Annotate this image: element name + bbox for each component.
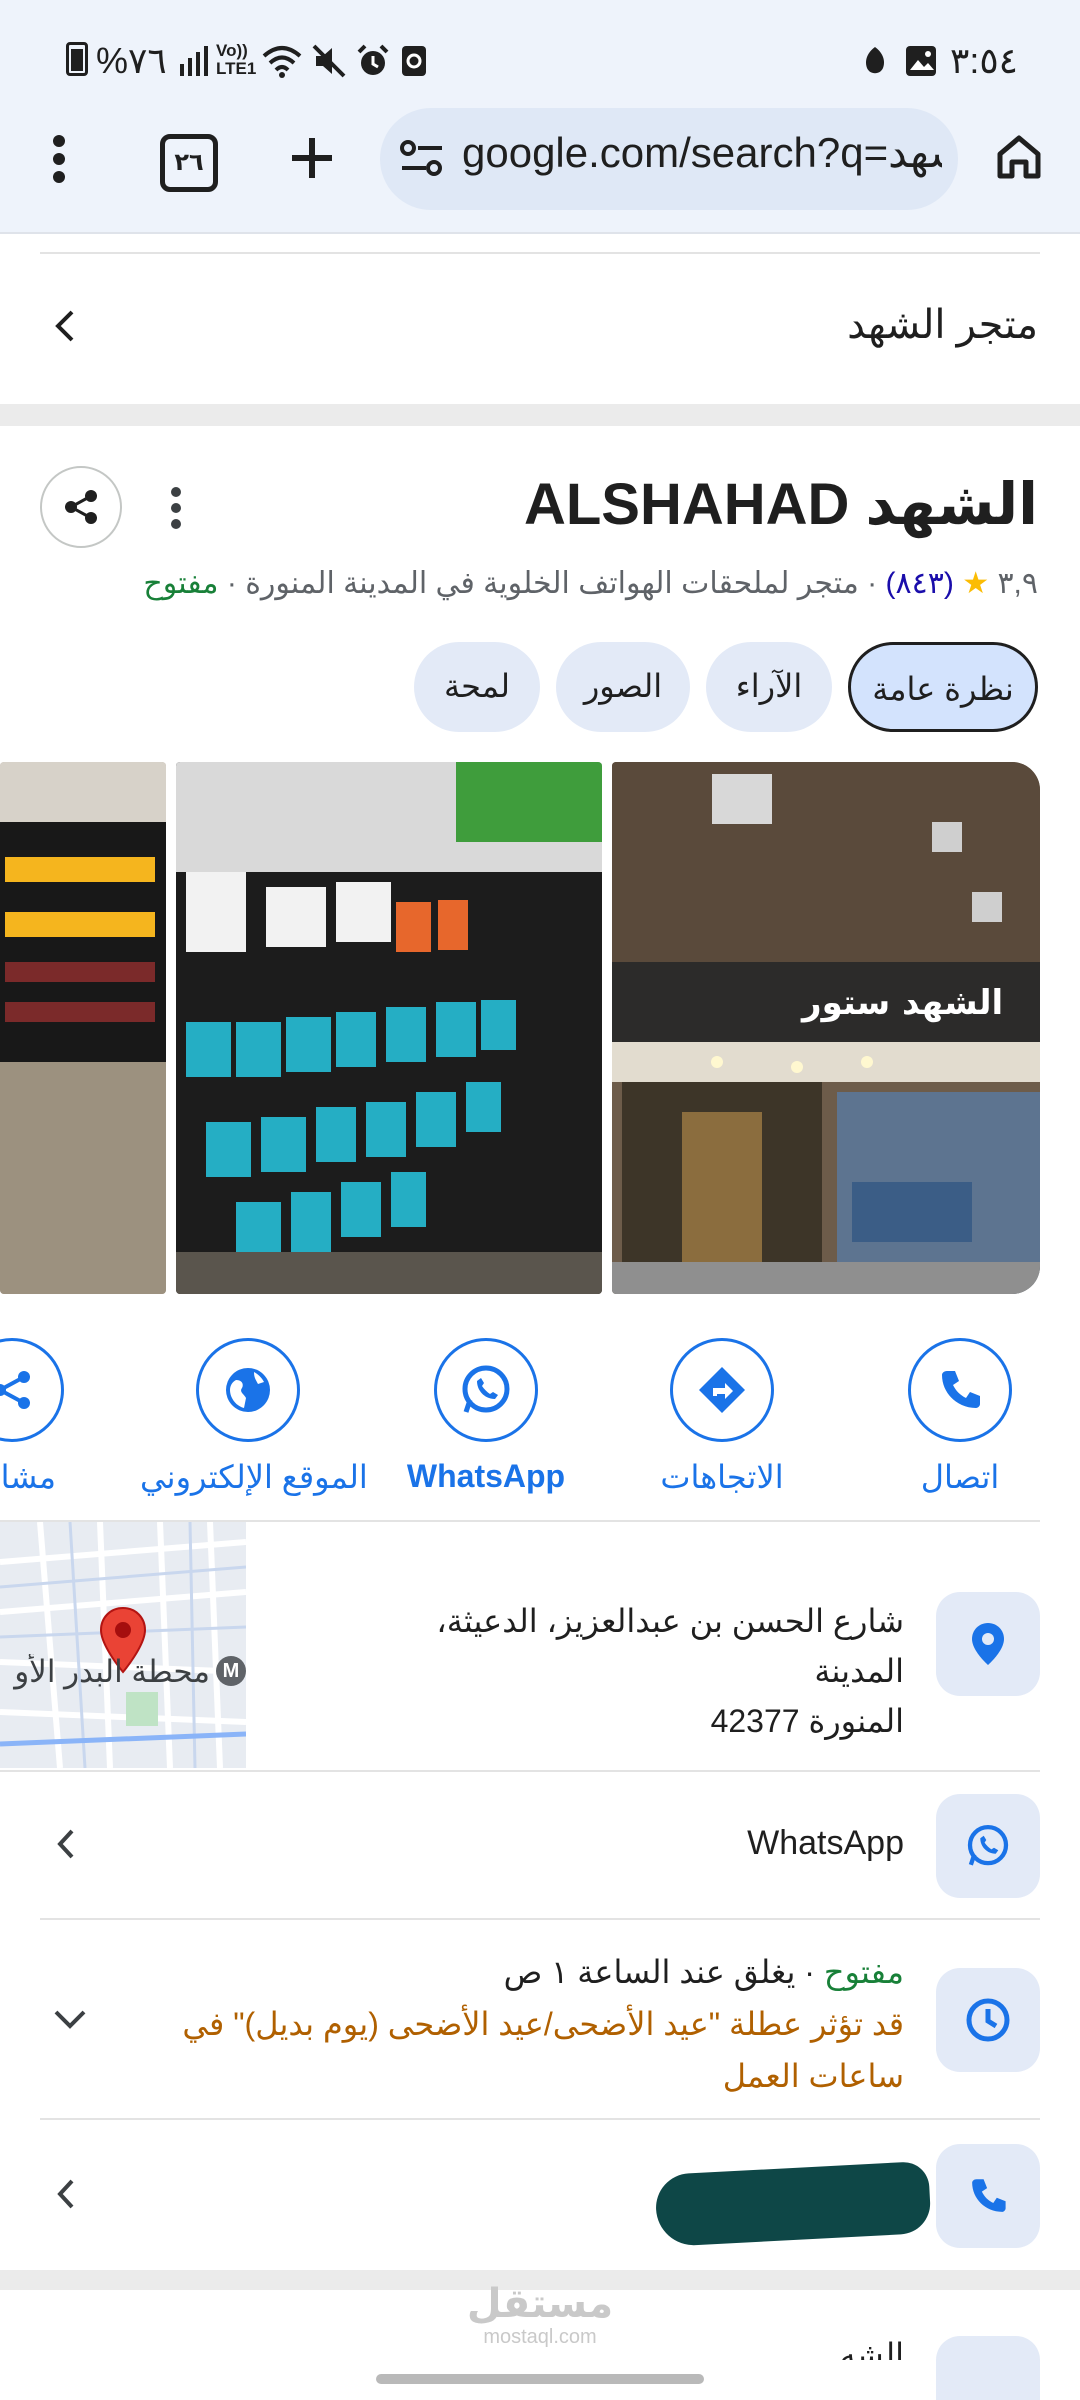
business-name: الشهد ALSHAHAD xyxy=(523,472,1038,537)
holiday-notice: قد تؤثر عطلة "عيد الأضحى/عيد الأضحى (يوم… xyxy=(182,2006,904,2042)
battery-percent: %٧٦ xyxy=(96,40,167,81)
chevron-left-icon[interactable] xyxy=(50,306,80,351)
battery-icon xyxy=(66,42,88,76)
chevron-left-icon[interactable] xyxy=(52,2176,78,2217)
mute-icon xyxy=(312,44,346,83)
tab-overview[interactable]: نظرة عامة xyxy=(848,642,1038,732)
share-action-label[interactable]: مشار xyxy=(0,1458,56,1496)
whatsapp-icon xyxy=(462,1365,510,1413)
rating-value: ٣,٩ xyxy=(997,567,1038,600)
volte-indicator: Vo)) LTE1 xyxy=(216,41,257,78)
home-icon[interactable] xyxy=(994,132,1044,187)
tab-photos[interactable]: الصور xyxy=(556,642,690,732)
directions-action-button[interactable] xyxy=(670,1338,774,1442)
whatsapp-action-button[interactable] xyxy=(434,1338,538,1442)
divider xyxy=(40,1918,1040,1920)
alarm-icon xyxy=(356,44,390,83)
new-tab-icon[interactable] xyxy=(288,134,336,187)
watermark: مستقل mostaql.com xyxy=(466,2282,614,2348)
share-action-button[interactable] xyxy=(0,1338,64,1442)
hours-text[interactable]: مفتوح · يغلق عند الساعة ١ ص قد تؤثر عطلة… xyxy=(104,1946,904,2102)
redaction-mark xyxy=(654,2160,932,2248)
review-count[interactable]: (٨٤٣) xyxy=(886,567,954,600)
signal-icon xyxy=(178,44,214,83)
divider xyxy=(40,2118,1040,2120)
hours-open-status: مفتوح xyxy=(823,1954,904,1990)
site-settings-icon[interactable] xyxy=(400,138,444,183)
website-action-button[interactable] xyxy=(196,1338,300,1442)
divider xyxy=(40,252,1040,254)
share-icon xyxy=(65,490,97,524)
share-icon xyxy=(0,1371,30,1409)
directions-action-label[interactable]: الاتجاهات xyxy=(630,1458,814,1496)
share-button[interactable] xyxy=(40,466,122,548)
phone-icon-box xyxy=(936,2144,1040,2248)
location-pin-icon xyxy=(972,1623,1004,1665)
gallery-icon xyxy=(904,44,938,83)
address-icon-box xyxy=(936,1592,1040,1696)
clock: ٣:٥٤ xyxy=(950,40,1019,81)
gesture-bar[interactable] xyxy=(376,2374,704,2384)
chevron-left-icon[interactable] xyxy=(52,1826,78,1867)
photo-storefront[interactable]: الشهد ستور xyxy=(612,762,1040,1294)
website-action-label[interactable]: الموقع الإلكتروني xyxy=(140,1458,368,1496)
phone-icon xyxy=(972,2179,1006,2212)
hours-closing: يغلق عند الساعة ١ ص xyxy=(503,1954,796,1990)
tab-reviews[interactable]: الآراء xyxy=(706,642,832,732)
business-category: متجر لملحقات الهواتف الخلوية في المدينة … xyxy=(245,567,859,600)
whatsapp-icon-box xyxy=(936,1794,1040,1898)
header-title[interactable]: متجر الشهد xyxy=(847,302,1038,348)
url-text[interactable]: google.com/search?q=الشهد xyxy=(462,128,942,188)
wifi-icon xyxy=(262,44,302,83)
tab-switcher-button[interactable]: ٢٦ xyxy=(160,134,218,192)
section-gap xyxy=(0,404,1080,426)
whatsapp-row-label[interactable]: WhatsApp xyxy=(747,1824,904,1863)
map-label: محطة البدر الأو xyxy=(14,1654,210,1689)
directions-icon xyxy=(699,1367,745,1413)
clock-icon xyxy=(966,1998,1010,2042)
photo-shelves[interactable] xyxy=(176,762,602,1294)
phone-icon xyxy=(942,1371,980,1408)
metro-station-icon: M xyxy=(216,1656,246,1686)
business-meta: ٣,٩ ★ (٨٤٣) · متجر لملحقات الهواتف الخلو… xyxy=(143,567,1038,600)
hours-icon-box xyxy=(936,1968,1040,2072)
divider xyxy=(0,1770,1040,1772)
notification-app-icon xyxy=(858,44,892,83)
whatsapp-action-label[interactable]: WhatsApp xyxy=(396,1458,576,1495)
globe-icon xyxy=(226,1368,270,1412)
photo-interior[interactable] xyxy=(0,762,166,1294)
menu-dots-icon[interactable] xyxy=(52,134,66,184)
chevron-down-icon[interactable] xyxy=(52,2006,88,2037)
open-status: مفتوح xyxy=(143,567,219,600)
whatsapp-icon xyxy=(967,1825,1009,1866)
more-options-icon[interactable] xyxy=(170,486,182,535)
address-text[interactable]: شارع الحسن بن عبدالعزيز، الدعيثة، المدين… xyxy=(344,1596,904,1746)
call-action-label[interactable]: اتصال xyxy=(880,1458,1040,1496)
tab-about[interactable]: لمحة xyxy=(414,642,540,732)
recycle-icon xyxy=(400,42,428,83)
star-icon: ★ xyxy=(962,567,990,600)
next-section-label: الشه xyxy=(839,2337,904,2360)
next-section-icon-box xyxy=(936,2336,1040,2400)
svg-text:الشهد ستور: الشهد ستور xyxy=(800,983,1003,1023)
call-action-button[interactable] xyxy=(908,1338,1012,1442)
